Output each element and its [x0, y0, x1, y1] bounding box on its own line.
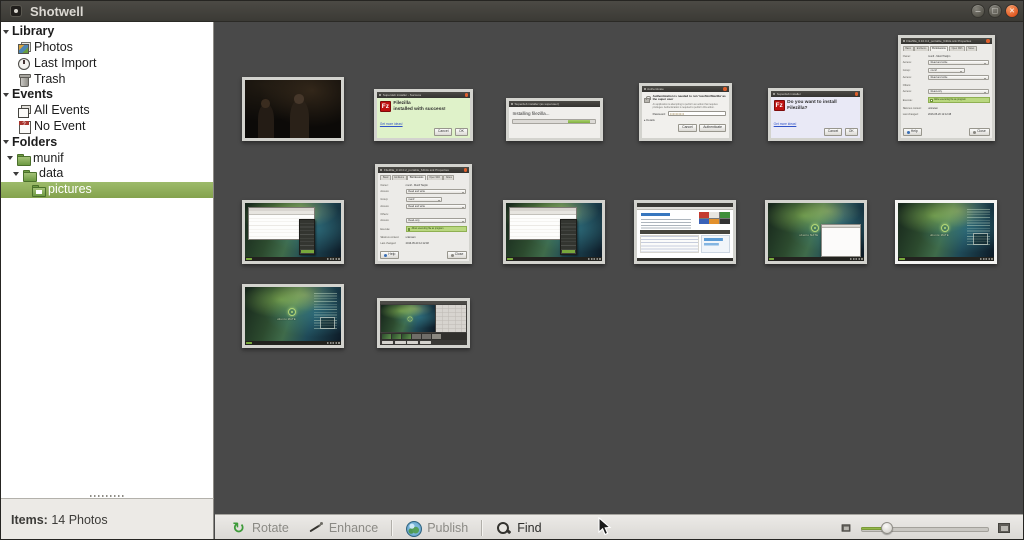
photo-thumbnail[interactable] [242, 77, 344, 141]
expander-triangle-icon[interactable] [3, 93, 9, 97]
image-small-icon [842, 524, 851, 531]
expander-triangle-icon[interactable] [3, 30, 9, 34]
folder-icon [22, 168, 36, 181]
sidebar-item-pictures[interactable]: pictures [1, 182, 213, 198]
sidebar-item-no-event[interactable]: No Event [1, 119, 213, 135]
sidebar-item-photos[interactable]: Photos [1, 40, 213, 56]
photo-thumbnail[interactable]: Authenticate Authentication is needed to… [639, 83, 732, 141]
shotwell-window: Shotwell –□× LibraryPhotosLast ImportTra… [0, 0, 1024, 540]
sidebar-section-folders[interactable]: Folders [1, 135, 213, 151]
items-count: Items: 14 Photos [11, 513, 108, 527]
photos-icon [17, 41, 31, 54]
zoom-slider-thumb[interactable] [881, 522, 893, 534]
enhance-icon [307, 520, 324, 536]
photo-thumbnail[interactable]: ubuntu MATE [242, 284, 344, 348]
publish-icon [405, 520, 422, 536]
find-button[interactable]: Find [486, 517, 550, 539]
minimize-button[interactable]: – [971, 4, 985, 18]
events-icon [17, 104, 31, 117]
photo-thumbnail[interactable]: FileZilla_3.10.0.2_portable_64bits.snk P… [898, 35, 995, 141]
titlebar[interactable]: Shotwell –□× [1, 1, 1023, 22]
thumbnail-row: ubuntu MATE [228, 242, 489, 348]
toolbar-separator [481, 520, 482, 536]
toolbar-separator [391, 520, 392, 536]
photo-thumbnail[interactable] [503, 200, 605, 264]
sidebar-item-data[interactable]: data [1, 166, 213, 182]
sidebar-item-trash[interactable]: Trash [1, 71, 213, 87]
sidebar-item-all-events[interactable]: All Events [1, 103, 213, 119]
close-button[interactable]: × [1005, 4, 1019, 18]
publish-button[interactable]: Publish [396, 517, 477, 539]
trash-icon [17, 73, 31, 86]
find-icon [495, 520, 512, 536]
items-label: Items: [11, 513, 48, 527]
no-event-icon [17, 120, 31, 133]
window-controls: –□× [968, 4, 1023, 18]
shotwell-app-icon [10, 5, 22, 17]
photo-grid: Superdeb installer - Success FzFilezilla… [215, 22, 1024, 514]
zoom-slider-track[interactable] [861, 520, 989, 536]
pane-resize-handle[interactable] [90, 495, 124, 497]
sidebar-item-last-import[interactable]: Last Import [1, 56, 213, 72]
zoom-in-button[interactable] [995, 520, 1013, 536]
zoom-slider [837, 520, 1019, 536]
folder-pictures-icon [31, 183, 45, 196]
maximize-button[interactable]: □ [988, 4, 1002, 18]
photo-thumbnail[interactable]: ubuntu MATE [765, 200, 867, 264]
sidebar-item-munif[interactable]: munif [1, 150, 213, 166]
photo-thumbnail[interactable]: Superdeb installer - Success FzFilezilla… [374, 89, 473, 141]
bottom-toolbar: ↻RotateEnhance Publish Find [215, 514, 1024, 540]
expander-triangle-icon[interactable] [3, 140, 9, 144]
rotate-icon: ↻ [230, 520, 247, 536]
folder-icon [16, 152, 30, 165]
rotate-button[interactable]: ↻Rotate [221, 517, 298, 539]
photo-thumbnail[interactable] [634, 200, 736, 264]
window-title: Shotwell [30, 4, 83, 19]
expander-triangle-icon[interactable] [7, 156, 13, 160]
expander-triangle-icon[interactable] [13, 172, 19, 176]
sidebar: LibraryPhotosLast ImportTrashEventsAll E… [1, 22, 214, 498]
photo-thumbnail[interactable] [377, 298, 470, 348]
status-panel: Items: 14 Photos [1, 498, 214, 540]
zoom-out-button[interactable] [837, 520, 855, 536]
photo-thumbnail[interactable]: Superdeb installer (as superuser) Instal… [506, 98, 603, 141]
items-value: 14 Photos [51, 513, 107, 527]
clock-icon [17, 57, 31, 70]
photo-thumbnail[interactable]: Superdeb installer FzDo you want to inst… [768, 88, 863, 141]
image-large-icon [998, 523, 1010, 533]
sidebar-section-library[interactable]: Library [1, 24, 213, 40]
enhance-button[interactable]: Enhance [298, 517, 387, 539]
photo-thumbnail[interactable]: ubuntu MATE [895, 200, 997, 264]
thumbnail-row: Superdeb installer - Success FzFilezilla… [228, 35, 1012, 141]
sidebar-section-events[interactable]: Events [1, 87, 213, 103]
